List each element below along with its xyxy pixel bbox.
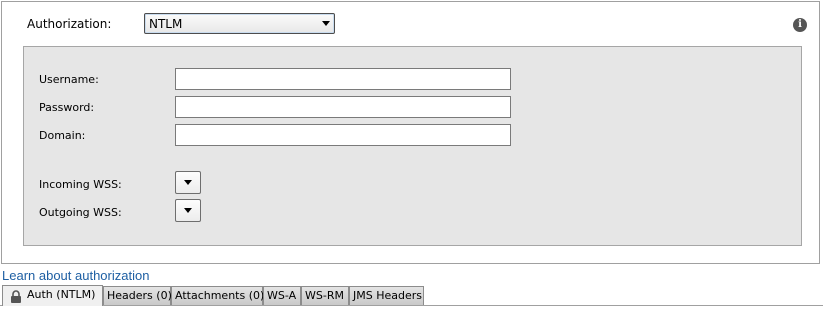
password-input[interactable] bbox=[175, 96, 511, 118]
tab-ws-rm-label: WS-RM bbox=[305, 289, 344, 302]
authorization-panel: Authorization: NTLM i Username: Password… bbox=[1, 1, 820, 264]
incoming-wss-select[interactable] bbox=[175, 171, 201, 194]
username-label: Username: bbox=[39, 73, 99, 86]
outgoing-wss-label: Outgoing WSS: bbox=[39, 206, 122, 219]
chevron-down-icon bbox=[322, 21, 330, 26]
domain-label: Domain: bbox=[39, 129, 86, 142]
lock-icon bbox=[11, 290, 21, 303]
credentials-panel: Username: Password: Domain: Incoming WSS… bbox=[23, 46, 802, 246]
chevron-down-icon bbox=[184, 208, 192, 213]
tab-ws-a[interactable]: WS-A bbox=[263, 286, 301, 305]
password-label: Password: bbox=[39, 101, 95, 114]
info-icon[interactable]: i bbox=[793, 18, 807, 32]
domain-input[interactable] bbox=[175, 124, 511, 146]
outgoing-wss-select[interactable] bbox=[175, 199, 201, 222]
tab-headers-label: Headers (0) bbox=[107, 289, 172, 302]
tab-attachments[interactable]: Attachments (0) bbox=[171, 286, 265, 305]
tab-strip-baseline bbox=[0, 305, 823, 306]
tab-auth-label: Auth (NTLM) bbox=[27, 288, 96, 301]
tab-ws-a-label: WS-A bbox=[267, 289, 297, 302]
chevron-down-icon bbox=[184, 180, 192, 185]
tab-ws-rm[interactable]: WS-RM bbox=[301, 286, 349, 305]
tab-jms-headers[interactable]: JMS Headers bbox=[349, 286, 424, 305]
tab-auth[interactable]: Auth (NTLM) bbox=[2, 285, 103, 306]
authorization-label: Authorization: bbox=[27, 17, 112, 31]
authorization-selected-value: NTLM bbox=[149, 17, 183, 31]
tab-jms-headers-label: JMS Headers bbox=[353, 289, 422, 302]
authorization-select[interactable]: NTLM bbox=[144, 13, 335, 34]
tab-headers[interactable]: Headers (0) bbox=[103, 286, 172, 305]
tab-attachments-label: Attachments (0) bbox=[175, 289, 265, 302]
username-input[interactable] bbox=[175, 68, 511, 90]
incoming-wss-label: Incoming WSS: bbox=[39, 178, 122, 191]
learn-about-authorization-link[interactable]: Learn about authorization bbox=[2, 268, 149, 283]
